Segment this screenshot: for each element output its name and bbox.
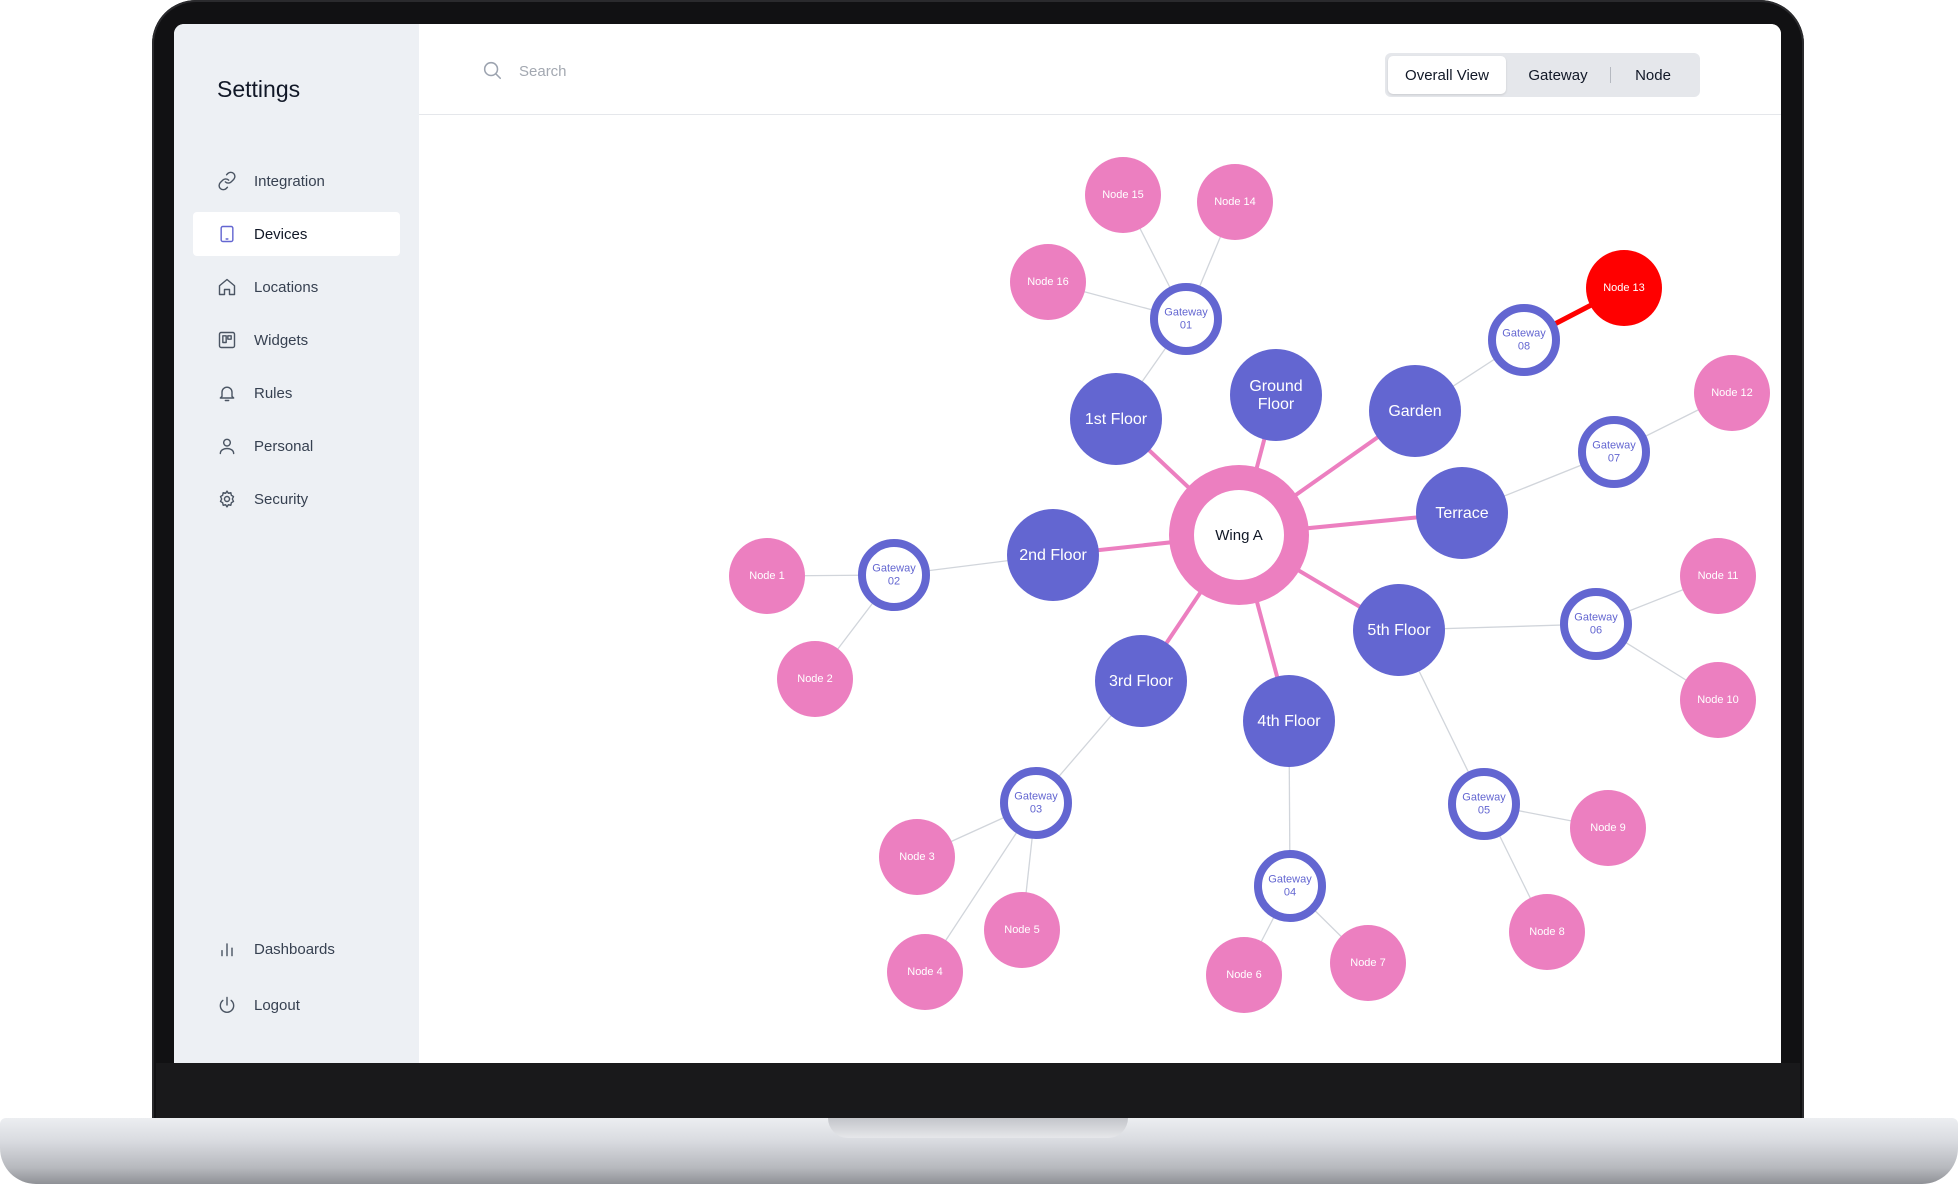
sidebar-item-devices[interactable]: Devices bbox=[193, 212, 400, 256]
sidebar-title: Settings bbox=[217, 76, 301, 102]
view-switcher: Overall View Gateway Node bbox=[1385, 53, 1700, 97]
sidebar-item-label: Security bbox=[254, 490, 309, 508]
network-graph: Wing A 1st Floor Ground Floor Garden Terrace 5… bbox=[419, 115, 1781, 1063]
node-6-label: Node 6 bbox=[1226, 969, 1261, 981]
sidebar-item-locations[interactable]: Locations bbox=[193, 265, 400, 309]
sidebar-item-label: Rules bbox=[254, 384, 293, 402]
node-16-label: Node 16 bbox=[1027, 276, 1069, 288]
node-10-label: Node 10 bbox=[1697, 694, 1739, 706]
bell-icon bbox=[216, 382, 238, 404]
node-2-label: Node 2 bbox=[797, 673, 832, 685]
tablet-icon bbox=[216, 223, 238, 245]
sidebar-item-label: Integration bbox=[254, 172, 325, 190]
bar-chart-icon bbox=[216, 938, 238, 960]
tab-gateway[interactable]: Gateway bbox=[1506, 56, 1610, 94]
user-icon bbox=[216, 435, 238, 457]
search-icon bbox=[481, 59, 503, 81]
power-icon bbox=[216, 994, 238, 1016]
app-screen: Settings Integration Devices Locations W… bbox=[174, 24, 1781, 1063]
node-7-label: Node 7 bbox=[1350, 957, 1385, 969]
node-8-label: Node 8 bbox=[1529, 926, 1564, 938]
gear-icon bbox=[216, 488, 238, 510]
area-4th-floor-label: 4th Floor bbox=[1257, 713, 1321, 730]
network-graph-svg: Wing A1st FloorGround Floor GardenTerrace5… bbox=[729, 157, 1770, 1013]
top-bar: Overall View Gateway Node bbox=[419, 24, 1781, 115]
sidebar-item-widgets[interactable]: Widgets bbox=[193, 318, 400, 362]
widgets-icon bbox=[216, 329, 238, 351]
node-11-label: Node 11 bbox=[1698, 570, 1739, 582]
sidebar-item-label: Logout bbox=[254, 996, 300, 1014]
hub-wing-a-label: Wing A bbox=[1215, 527, 1263, 544]
logout-button[interactable]: Logout bbox=[193, 983, 400, 1027]
tab-overall-view[interactable]: Overall View bbox=[1388, 56, 1506, 94]
search-input[interactable] bbox=[517, 58, 821, 84]
laptop-bezel bbox=[156, 1063, 1800, 1120]
sidebar-item-rules[interactable]: Rules bbox=[193, 371, 400, 415]
sidebar-item-label: Widgets bbox=[254, 331, 309, 349]
node-12-label: Node 12 bbox=[1711, 387, 1753, 399]
sidebar-item-integration[interactable]: Integration bbox=[193, 159, 400, 203]
area-terrace-label: Terrace bbox=[1435, 505, 1488, 522]
sidebar-item-label: Dashboards bbox=[254, 940, 335, 958]
home-icon bbox=[216, 276, 238, 298]
sidebar-item-personal[interactable]: Personal bbox=[193, 424, 400, 468]
node-4-label: Node 4 bbox=[907, 966, 942, 978]
node-1-label: Node 1 bbox=[749, 570, 784, 582]
link-icon bbox=[216, 170, 238, 192]
node-15-label: Node 15 bbox=[1102, 189, 1144, 201]
area-2nd-floor-label: 2nd Floor bbox=[1019, 547, 1087, 564]
area-3rd-floor-label: 3rd Floor bbox=[1109, 673, 1174, 690]
node-9-label: Node 9 bbox=[1590, 822, 1625, 834]
node-14-label: Node 14 bbox=[1214, 196, 1256, 208]
node-13-label: Node 13 bbox=[1603, 282, 1645, 294]
laptop-notch bbox=[828, 1118, 1128, 1138]
sidebar-item-label: Personal bbox=[254, 437, 314, 455]
sidebar-item-security[interactable]: Security bbox=[193, 477, 400, 521]
sidebar: Settings Integration Devices Locations W… bbox=[174, 24, 419, 1063]
node-3-label: Node 3 bbox=[899, 851, 934, 863]
node-5-label: Node 5 bbox=[1004, 924, 1039, 936]
area-1st-floor-label: 1st Floor bbox=[1085, 411, 1148, 428]
area-garden-label: Garden bbox=[1388, 403, 1441, 420]
area-5th-floor-label: 5th Floor bbox=[1367, 622, 1431, 639]
sidebar-item-label: Devices bbox=[254, 225, 308, 243]
tab-node[interactable]: Node bbox=[1611, 56, 1695, 94]
sidebar-item-dashboards[interactable]: Dashboards bbox=[193, 927, 400, 971]
sidebar-item-label: Locations bbox=[254, 278, 319, 296]
